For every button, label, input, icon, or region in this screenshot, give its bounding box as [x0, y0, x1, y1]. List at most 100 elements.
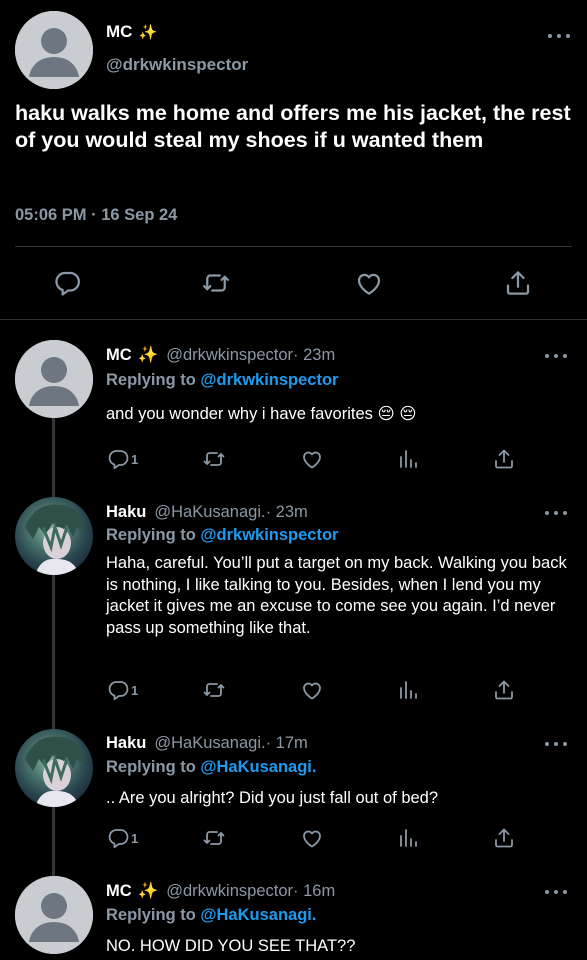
author-name[interactable]: Haku: [106, 503, 146, 522]
replying-to: Replying to @drkwkinspector: [106, 526, 338, 545]
more-icon[interactable]: [548, 32, 570, 40]
like-button[interactable]: [300, 447, 324, 471]
reply-count: 1: [131, 830, 139, 846]
avatar[interactable]: [15, 340, 93, 418]
more-icon[interactable]: [545, 352, 567, 360]
default-avatar-icon: [15, 876, 93, 954]
sparkle-emoji: ✨: [137, 882, 159, 900]
reply-header: Haku @HaKusanagi. · 17m: [106, 734, 308, 753]
like-button[interactable]: [300, 678, 324, 702]
author-handle[interactable]: @HaKusanagi.: [154, 734, 265, 753]
share-button[interactable]: [492, 678, 516, 702]
replying-to: Replying to @drkwkinspector: [106, 371, 338, 390]
reply-button[interactable]: 1: [106, 826, 138, 850]
author-handle[interactable]: @drkwkinspector: [166, 882, 293, 901]
replying-to: Replying to @HaKusanagi.: [106, 906, 316, 925]
reply-time[interactable]: · 23m: [266, 503, 308, 522]
author-handle[interactable]: @HaKusanagi.: [154, 503, 265, 522]
retweet-icon: [202, 447, 226, 471]
avatar[interactable]: [15, 876, 93, 954]
reply-icon: [106, 826, 130, 850]
retweet-icon: [202, 678, 226, 702]
action-bar: 1: [106, 826, 526, 852]
replying-to-prefix: Replying to: [106, 758, 201, 776]
replying-to-link[interactable]: @drkwkinspector: [200, 526, 338, 544]
like-icon: [300, 826, 324, 850]
retweet-icon: [202, 826, 226, 850]
analytics-button[interactable]: [396, 826, 420, 850]
retweet-button[interactable]: [202, 826, 226, 850]
author-name[interactable]: Haku: [106, 734, 146, 753]
reply-text: and you wonder why i have favorites 😔 😔: [106, 405, 417, 423]
reply-tweet[interactable]: Haku @HaKusanagi. · 17m Replying to @HaK…: [0, 729, 587, 869]
retweet-icon[interactable]: [201, 268, 231, 298]
reply-time[interactable]: · 16m: [293, 882, 335, 901]
reply-button[interactable]: 1: [106, 447, 138, 471]
reply-count: 1: [131, 682, 139, 698]
analytics-button[interactable]: [396, 678, 420, 702]
author-name[interactable]: MC ✨: [106, 22, 157, 42]
author-handle[interactable]: @drkwkinspector: [166, 346, 293, 365]
divider: [15, 246, 572, 247]
reply-text: .. Are you alright? Did you just fall ou…: [106, 789, 439, 807]
like-icon: [300, 678, 324, 702]
tweet-text: haku walks me home and offers me his jac…: [15, 101, 571, 152]
like-icon: [300, 447, 324, 471]
more-icon[interactable]: [545, 740, 567, 748]
analytics-icon: [396, 678, 420, 702]
reply-time[interactable]: · 17m: [266, 734, 308, 753]
character-avatar-icon: [25, 504, 85, 575]
retweet-button[interactable]: [202, 447, 226, 471]
avatar[interactable]: [15, 11, 93, 89]
action-bar: 1: [106, 678, 526, 704]
analytics-button[interactable]: [396, 447, 420, 471]
author-name-text: MC: [106, 22, 133, 41]
replying-to-prefix: Replying to: [106, 526, 201, 544]
replying-to-link[interactable]: @HaKusanagi.: [200, 906, 316, 924]
share-icon: [492, 678, 516, 702]
reply-time[interactable]: · 23m: [293, 346, 335, 365]
replying-to-prefix: Replying to: [106, 906, 201, 924]
reply-icon: [106, 447, 130, 471]
reply-text: Haha, careful. You’ll put a target on my…: [106, 554, 567, 637]
sparkle-emoji: ✨: [138, 24, 158, 41]
replying-to-link[interactable]: @HaKusanagi.: [200, 758, 316, 776]
divider: [0, 319, 587, 320]
reply-tweet[interactable]: MC ✨ @drkwkinspector · 23m Replying to @…: [0, 340, 587, 480]
tweet-timestamp[interactable]: 05:06 PM · 16 Sep 24: [15, 206, 177, 225]
like-icon[interactable]: [354, 268, 384, 298]
avatar[interactable]: [15, 729, 93, 807]
replying-to-link[interactable]: @drkwkinspector: [200, 371, 338, 389]
share-button[interactable]: [492, 826, 516, 850]
share-button[interactable]: [492, 447, 516, 471]
author-name[interactable]: MC: [106, 882, 132, 901]
author-handle[interactable]: @drkwkinspector: [106, 55, 248, 75]
reply-icon: [106, 678, 130, 702]
reply-header: MC ✨ @drkwkinspector · 16m: [106, 882, 335, 901]
default-avatar-icon: [15, 11, 93, 89]
author-name[interactable]: MC: [106, 346, 132, 365]
reply-count: 1: [131, 451, 139, 467]
character-avatar-icon: [25, 736, 85, 807]
share-icon[interactable]: [503, 268, 533, 298]
analytics-icon: [396, 447, 420, 471]
share-icon: [492, 826, 516, 850]
more-icon[interactable]: [545, 888, 567, 896]
share-icon: [492, 447, 516, 471]
more-icon[interactable]: [545, 509, 567, 517]
replying-to-prefix: Replying to: [106, 371, 201, 389]
like-button[interactable]: [300, 826, 324, 850]
action-bar: 1: [106, 447, 526, 473]
reply-tweet[interactable]: MC ✨ @drkwkinspector · 16m Replying to @…: [0, 876, 587, 960]
reply-icon[interactable]: [52, 268, 82, 298]
reply-header: MC ✨ @drkwkinspector · 23m: [106, 346, 335, 365]
analytics-icon: [396, 826, 420, 850]
reply-text: NO. HOW DID YOU SEE THAT??: [106, 937, 356, 955]
retweet-button[interactable]: [202, 678, 226, 702]
default-avatar-icon: [15, 340, 93, 418]
reply-tweet[interactable]: Haku @HaKusanagi. · 23m Replying to @drk…: [0, 497, 587, 717]
reply-header: Haku @HaKusanagi. · 23m: [106, 503, 308, 522]
reply-button[interactable]: 1: [106, 678, 138, 702]
avatar[interactable]: [15, 497, 93, 575]
replying-to: Replying to @HaKusanagi.: [106, 758, 316, 777]
